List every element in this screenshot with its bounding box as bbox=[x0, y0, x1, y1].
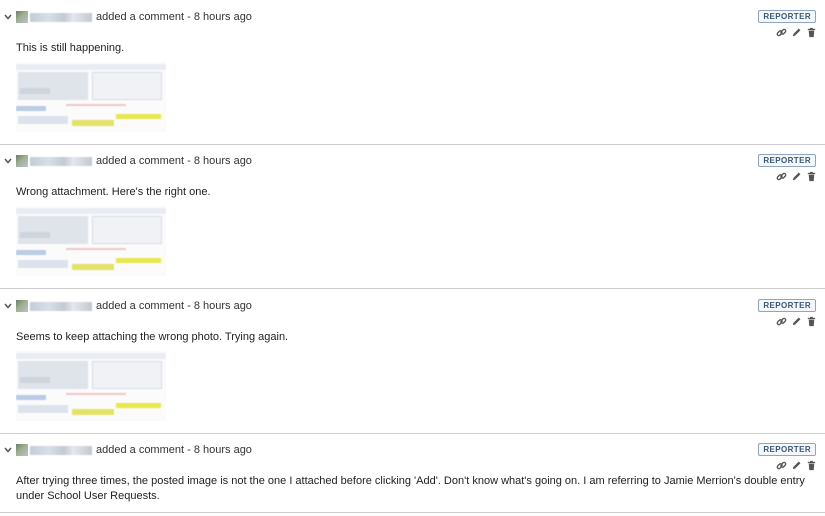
link-icon[interactable] bbox=[776, 27, 787, 38]
comment-header: added a comment - 8 hours ago bbox=[0, 152, 252, 170]
pencil-icon[interactable] bbox=[791, 316, 802, 327]
link-icon[interactable] bbox=[776, 460, 787, 471]
reporter-badge: REPORTER bbox=[758, 299, 816, 312]
comment-meta: added a comment - 8 hours ago bbox=[96, 11, 252, 23]
reporter-badge: REPORTER bbox=[758, 10, 816, 23]
pencil-icon[interactable] bbox=[791, 27, 802, 38]
avatar[interactable] bbox=[16, 11, 28, 23]
avatar[interactable] bbox=[16, 155, 28, 167]
comment-meta: added a comment - 8 hours ago bbox=[96, 155, 252, 167]
trash-icon[interactable] bbox=[806, 460, 817, 471]
attachment-thumbnail[interactable] bbox=[16, 62, 166, 132]
author-name-redacted[interactable] bbox=[30, 445, 92, 455]
chevron-down-icon[interactable] bbox=[2, 300, 14, 312]
author-name-redacted[interactable] bbox=[30, 301, 92, 311]
comment-header: added a comment - 8 hours ago bbox=[0, 297, 252, 315]
reporter-badge: REPORTER bbox=[758, 443, 816, 456]
comment-text: Seems to keep attaching the wrong photo.… bbox=[16, 331, 289, 343]
trash-icon[interactable] bbox=[806, 316, 817, 327]
comment-actions bbox=[776, 171, 817, 182]
link-icon[interactable] bbox=[776, 316, 787, 327]
comment-text: Wrong attachment. Here's the right one. bbox=[16, 186, 211, 198]
author-name-redacted[interactable] bbox=[30, 12, 92, 22]
link-icon[interactable] bbox=[776, 171, 787, 182]
attachment-thumbnail[interactable] bbox=[16, 206, 166, 276]
trash-icon[interactable] bbox=[806, 27, 817, 38]
comment-text: After trying three times, the posted ima… bbox=[16, 475, 805, 502]
avatar[interactable] bbox=[16, 300, 28, 312]
comment-actions bbox=[776, 316, 817, 327]
comment-actions bbox=[776, 460, 817, 471]
pencil-icon[interactable] bbox=[791, 460, 802, 471]
attachment-thumbnail[interactable] bbox=[16, 351, 166, 421]
reporter-badge: REPORTER bbox=[758, 154, 816, 167]
comment: added a comment - 8 hours ago REPORTER S… bbox=[0, 289, 825, 434]
comment-actions bbox=[776, 27, 817, 38]
comment-meta: added a comment - 8 hours ago bbox=[96, 300, 252, 312]
comment-header: added a comment - 8 hours ago bbox=[0, 441, 252, 459]
avatar[interactable] bbox=[16, 444, 28, 456]
comment-meta: added a comment - 8 hours ago bbox=[96, 444, 252, 456]
comment: added a comment - 8 hours ago REPORTER T… bbox=[0, 0, 825, 145]
pencil-icon[interactable] bbox=[791, 171, 802, 182]
chevron-down-icon[interactable] bbox=[2, 444, 14, 456]
author-name-redacted[interactable] bbox=[30, 156, 92, 166]
chevron-down-icon[interactable] bbox=[2, 155, 14, 167]
trash-icon[interactable] bbox=[806, 171, 817, 182]
chevron-down-icon[interactable] bbox=[2, 11, 14, 23]
comment-text: This is still happening. bbox=[16, 42, 125, 54]
comment-header: added a comment - 8 hours ago bbox=[0, 8, 252, 26]
comment: added a comment - 8 hours ago REPORTER W… bbox=[0, 144, 825, 289]
comment: added a comment - 8 hours ago REPORTER A… bbox=[0, 433, 825, 513]
